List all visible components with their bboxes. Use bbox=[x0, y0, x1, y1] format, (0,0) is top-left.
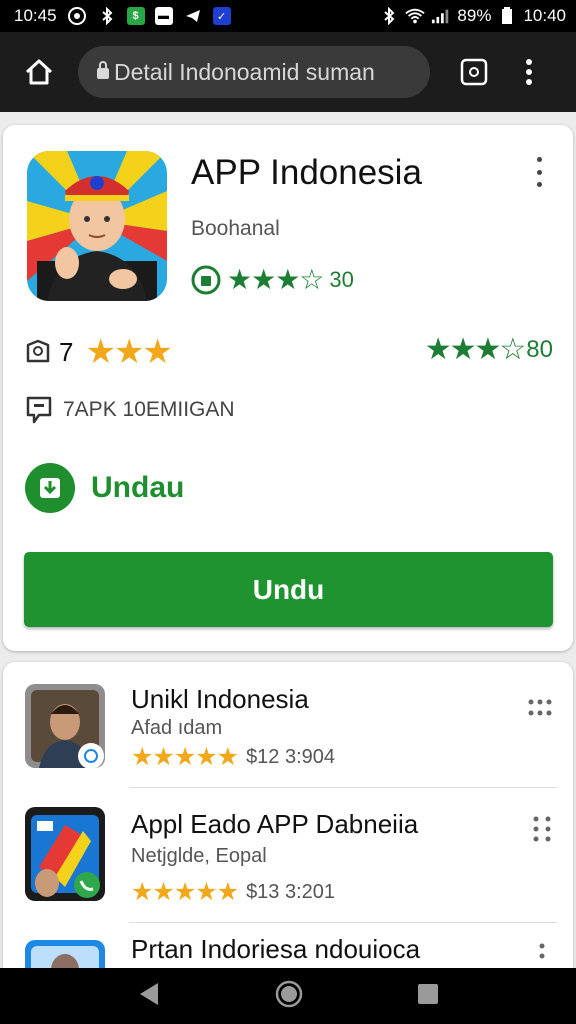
more-dots-icon bbox=[528, 699, 552, 716]
message-icon: ▬ bbox=[154, 7, 173, 25]
rating-value: 30 bbox=[329, 266, 354, 292]
info-row: 7APK 10EMIIGAN bbox=[25, 395, 235, 425]
list-item-price: $13 3:201 bbox=[246, 880, 336, 903]
app-detail-card: APP Indonesia Boohanal ★★★☆ 30 7 ★★★ ★★★… bbox=[3, 125, 573, 651]
app-thumbnail bbox=[25, 940, 105, 968]
meta-right-value: 80 bbox=[526, 335, 553, 363]
app-more-button[interactable] bbox=[531, 157, 547, 187]
app-rating: ★★★☆ 30 bbox=[191, 263, 354, 296]
list-item-title: Unikl Indonesia bbox=[131, 684, 309, 714]
status-time: 10:45 bbox=[14, 6, 57, 25]
status-time-right: 10:40 bbox=[523, 6, 566, 25]
more-vert-icon bbox=[526, 59, 532, 85]
browser-toolbar: Detail Indonoamid suman bbox=[0, 32, 576, 112]
shield-check-icon bbox=[191, 265, 221, 294]
meta-left-stars: ★★★ bbox=[85, 333, 172, 371]
browser-menu-button[interactable] bbox=[504, 32, 554, 112]
list-item-title: Appl Eado APP Dabneiia bbox=[131, 809, 419, 839]
list-item-subtitle: Afad ıdam bbox=[131, 717, 223, 739]
info-text: 7APK 10EMIIGAN bbox=[63, 398, 235, 421]
list-item-more-button[interactable] bbox=[527, 692, 553, 726]
back-icon bbox=[140, 982, 158, 1005]
status-bar: 10:45 $ ▬ ✓ 89% 10:40 bbox=[0, 0, 576, 32]
more-dots-icon bbox=[539, 943, 545, 959]
chrome-icon bbox=[67, 6, 87, 26]
list-item-rating: ★★★★★ $13 3:201 bbox=[131, 877, 335, 907]
list-item[interactable]: Prtan Indoriesa ndouioca bbox=[3, 932, 573, 968]
developer-name[interactable]: Boohanal bbox=[191, 217, 280, 241]
meta-right: ★★★☆ 80 bbox=[425, 332, 553, 367]
app-thumbnail bbox=[25, 684, 105, 768]
tabs-button[interactable] bbox=[444, 32, 504, 112]
meta-left: 7 ★★★ bbox=[25, 332, 173, 372]
system-nav-bar bbox=[0, 968, 576, 1024]
telegram-icon bbox=[183, 6, 203, 26]
divider bbox=[129, 922, 557, 923]
list-item-more-button[interactable] bbox=[531, 942, 553, 968]
list-item-more-button[interactable] bbox=[531, 815, 553, 851]
wifi-icon bbox=[405, 6, 426, 26]
list-item-title: Prtan Indoriesa ndouioca bbox=[131, 934, 421, 964]
recents-button[interactable] bbox=[416, 982, 440, 1011]
list-item-price: $12 3:904 bbox=[246, 745, 336, 768]
tabs-icon bbox=[460, 58, 488, 86]
list-item-stars: ★★★★★ bbox=[131, 743, 239, 771]
home-button[interactable] bbox=[0, 32, 78, 112]
app-icon-blue: ✓ bbox=[212, 7, 231, 25]
home-nav-button[interactable] bbox=[274, 979, 304, 1014]
app-notification-icon: $ bbox=[126, 7, 145, 25]
url-text: Detail Indonoamid suman bbox=[114, 58, 375, 85]
list-item-rating: ★★★★★ $12 3:904 bbox=[131, 742, 335, 772]
bluetooth-status-icon bbox=[379, 6, 399, 26]
comment-icon bbox=[26, 396, 52, 424]
download-icon bbox=[25, 463, 75, 513]
list-item[interactable]: Unikl Indonesia Afad ıdam ★★★★★ $12 3:90… bbox=[3, 662, 573, 796]
app-thumbnail bbox=[25, 807, 105, 901]
home-icon bbox=[25, 59, 53, 85]
download-row[interactable]: Undau bbox=[25, 463, 184, 513]
signal-icon bbox=[431, 6, 451, 26]
download-label: Undau bbox=[91, 471, 185, 504]
list-item[interactable]: Appl Eado APP Dabneiia Netjglde, Eopal ★… bbox=[3, 797, 573, 931]
home-circle-icon bbox=[275, 980, 303, 1007]
more-dots-icon bbox=[533, 816, 551, 842]
battery-icon bbox=[497, 6, 517, 26]
list-item-subtitle: Netjglde, Eopal bbox=[131, 845, 267, 867]
battery-percent: 89% bbox=[457, 6, 492, 25]
app-icon bbox=[27, 151, 167, 301]
lock-icon bbox=[96, 59, 110, 86]
list-item-stars: ★★★★★ bbox=[131, 878, 239, 906]
bluetooth-icon bbox=[97, 6, 117, 26]
back-button[interactable] bbox=[136, 981, 162, 1012]
tag-icon bbox=[26, 339, 50, 363]
url-bar[interactable]: Detail Indonoamid suman bbox=[78, 46, 430, 98]
recents-icon bbox=[418, 983, 438, 1004]
divider bbox=[129, 787, 557, 788]
app-title: APP Indonesia bbox=[191, 153, 422, 192]
meta-right-stars: ★★★☆ bbox=[424, 333, 527, 366]
rating-stars: ★★★☆ bbox=[227, 264, 324, 295]
install-button[interactable]: Undu bbox=[24, 552, 553, 627]
app-list: Unikl Indonesia Afad ıdam ★★★★★ $12 3:90… bbox=[3, 662, 573, 968]
more-vert-icon bbox=[536, 157, 542, 162]
meta-left-label: 7 bbox=[59, 336, 74, 367]
